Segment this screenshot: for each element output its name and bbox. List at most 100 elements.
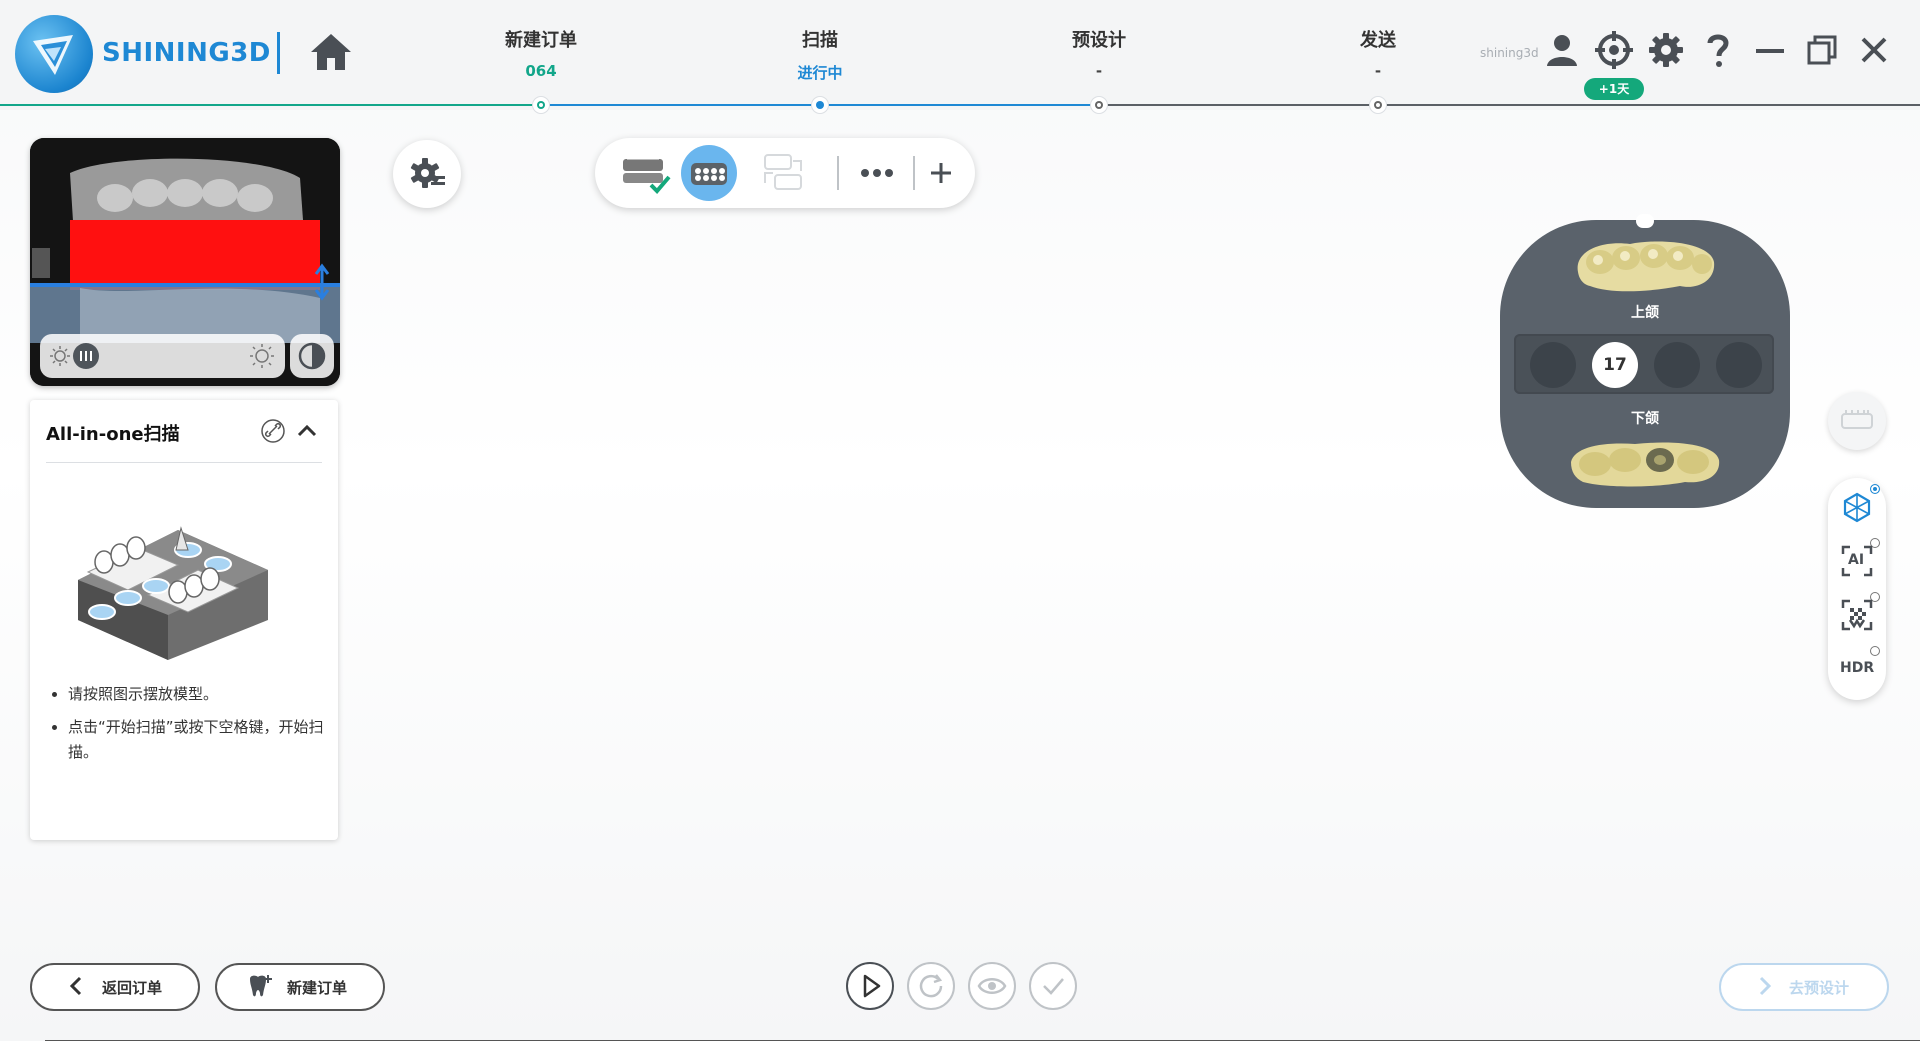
progress-line-done [0, 104, 540, 106]
chevron-up-icon [297, 424, 317, 437]
contrast-button[interactable] [290, 334, 334, 378]
target-icon [1595, 31, 1633, 69]
alignment-icon [764, 154, 802, 190]
back-to-order-button[interactable]: 返回订单 [30, 963, 200, 1011]
hdr-label: HDR [1840, 660, 1875, 676]
guide-instructions: 请按照图示摆放模型。 点击“开始扫描”或按下空格键，开始扫描。 [44, 682, 348, 773]
guide-title: All-in-one扫描 [46, 424, 180, 445]
alignment-scan-button[interactable] [753, 145, 813, 201]
step-title-new-order[interactable]: 新建订单 [505, 26, 577, 52]
eye-icon [977, 978, 1007, 994]
chevron-right-icon [1759, 976, 1772, 996]
gear-icon [1649, 33, 1683, 67]
home-button[interactable] [308, 30, 354, 74]
close-button[interactable] [1854, 30, 1894, 70]
jaw-panel-notch [1636, 214, 1654, 228]
shining3d-logo-icon [15, 15, 93, 93]
upper-jaw-label[interactable]: 上颌 [1631, 302, 1659, 322]
help-button[interactable] [1698, 30, 1738, 70]
close-icon [1861, 37, 1887, 63]
toolbar-separator [837, 156, 839, 190]
noise-filter-button[interactable] [1838, 596, 1876, 634]
ai-label: AI [1848, 552, 1865, 568]
tooth-slot[interactable] [1716, 342, 1762, 388]
username-label: shining3d [1480, 46, 1539, 60]
tooth-slot[interactable] [1654, 342, 1700, 388]
scan-guide-panel: All-in-one扫描 请按照图示摆放模型。 点击“开始扫描”或按下空格键，开… [30, 400, 338, 840]
go-predesign-button[interactable]: 去预设计 [1719, 963, 1889, 1011]
all-in-one-icon [681, 145, 737, 201]
model-scan-icon [1841, 410, 1873, 429]
step-dot-new-order[interactable] [533, 97, 549, 113]
user-button[interactable] [1542, 30, 1582, 70]
tooth-slot-active[interactable]: 17 [1592, 342, 1638, 388]
step-title-scan[interactable]: 扫描 [802, 26, 838, 52]
go-predesign-label: 去预设计 [1789, 979, 1850, 997]
scan-mode-toolbar [595, 138, 975, 208]
instruction-item: 点击“开始扫描”或按下空格键，开始扫描。 [68, 715, 348, 765]
brightness-slider[interactable] [40, 334, 285, 378]
jaw-scan-complete-button[interactable] [615, 145, 675, 201]
scan-settings-button[interactable] [393, 140, 461, 208]
step-dot-scan[interactable] [812, 97, 828, 113]
minimize-icon [1756, 49, 1784, 53]
new-order-button[interactable]: 新建订单 [215, 963, 385, 1011]
plus-icon [931, 163, 951, 183]
guide-link-button[interactable] [260, 418, 286, 444]
add-scan-button[interactable] [911, 145, 971, 201]
check-icon [1043, 978, 1064, 995]
step-value-predesign: - [1095, 62, 1103, 80]
step-dot-predesign[interactable] [1091, 97, 1107, 113]
preview-button[interactable] [968, 962, 1016, 1010]
filter-grid-icon [1841, 599, 1873, 631]
camera-preview[interactable] [30, 138, 340, 386]
hdr-mode-button[interactable]: HDR [1838, 650, 1876, 688]
minimize-button[interactable] [1750, 30, 1790, 70]
play-icon [863, 974, 881, 998]
scan-model-toggle-button[interactable] [1828, 392, 1886, 450]
settings-button[interactable] [1646, 30, 1686, 70]
chevron-left-icon [69, 976, 82, 996]
step-title-send[interactable]: 发送 [1360, 26, 1396, 52]
back-to-order-label: 返回订单 [102, 979, 163, 997]
upper-jaw-model[interactable] [1570, 232, 1720, 296]
brand-divider [277, 32, 280, 74]
link-icon [261, 419, 285, 443]
instruction-item: 请按照图示摆放模型。 [68, 682, 348, 707]
collapse-button[interactable] [294, 418, 320, 444]
model-placement-illustration [78, 526, 268, 660]
new-order-label: 新建订单 [287, 979, 348, 997]
top-header: SHINING3D 新建订单 064 扫描 进行中 预设计 - 发送 - shi… [0, 0, 1920, 113]
lower-jaw-model[interactable] [1565, 432, 1725, 492]
ai-mode-button[interactable]: AI [1838, 542, 1876, 580]
brightness-control[interactable] [40, 334, 285, 378]
step-value-send: - [1374, 62, 1382, 80]
tooth-slot-tray: 17 [1514, 334, 1774, 394]
step-title-predesign[interactable]: 预设计 [1072, 26, 1126, 52]
rescan-button[interactable] [907, 962, 955, 1010]
tooth-slot[interactable] [1530, 342, 1576, 388]
tooth-add-icon [250, 975, 272, 997]
calibration-button[interactable] [1594, 30, 1634, 70]
finish-scan-button[interactable] [1029, 962, 1077, 1010]
trial-days-badge: +1天 [1584, 78, 1644, 100]
step-value-new-order: 064 [525, 62, 557, 80]
restore-button[interactable] [1802, 30, 1842, 70]
lower-jaw-label[interactable]: 下颌 [1631, 408, 1659, 428]
step-value-scan: 进行中 [797, 64, 843, 82]
user-icon [1547, 35, 1577, 66]
all-in-one-scan-button[interactable] [679, 145, 739, 201]
texture-mode-button[interactable] [1838, 488, 1876, 526]
scan-options-bar: AI HDR [1828, 478, 1886, 700]
refresh-icon [919, 974, 943, 998]
progress-line-todo [1100, 104, 1920, 106]
brand-name: SHINING3D [102, 38, 271, 68]
start-scan-button[interactable] [846, 962, 894, 1010]
mesh-cube-icon [1843, 492, 1871, 523]
more-icon [861, 169, 893, 177]
jaw-check-icon [623, 158, 671, 194]
help-icon [1707, 34, 1729, 67]
more-button[interactable] [847, 145, 907, 201]
restore-icon [1807, 35, 1837, 65]
step-dot-send[interactable] [1370, 97, 1386, 113]
